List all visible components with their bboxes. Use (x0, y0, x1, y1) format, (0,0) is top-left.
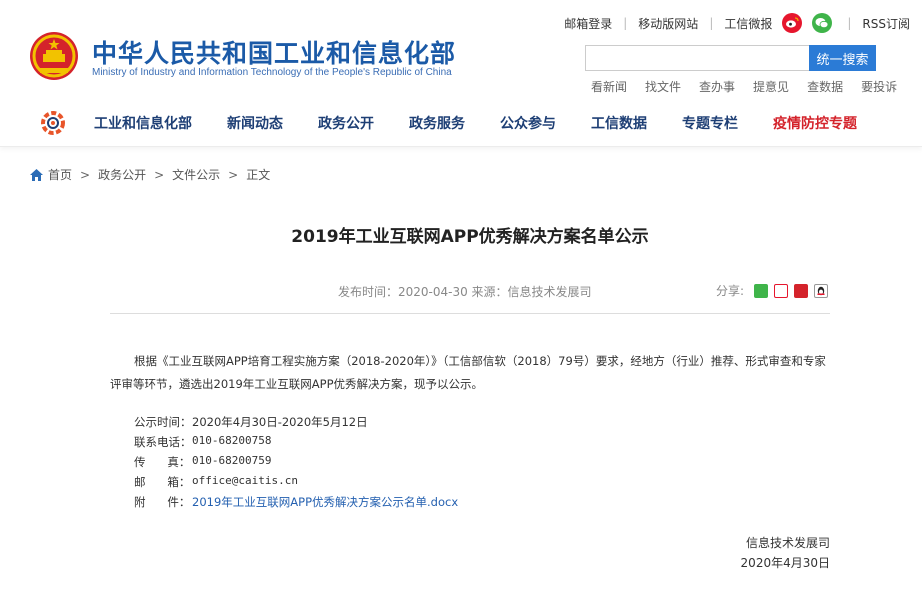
article-meta: 发布时间：2020-04-30 来源：信息技术发展司 (338, 285, 592, 299)
quicklink-services[interactable]: 查办事 (699, 78, 735, 95)
share-wechat-icon[interactable] (754, 283, 769, 298)
national-emblem-icon[interactable] (28, 30, 80, 82)
divider: | (709, 16, 714, 30)
info-row-fax: 传 真： 010-68200759 (134, 454, 271, 470)
breadcrumb-separator: > (228, 167, 239, 182)
search-input[interactable] (585, 45, 809, 71)
breadcrumb-file-notice[interactable]: 文件公示 (172, 166, 220, 183)
nav-item-data[interactable]: 工信数据 (591, 113, 647, 133)
breadcrumb-separator: > (154, 167, 165, 182)
quicklink-data[interactable]: 查数据 (807, 78, 843, 95)
nav-item-gov-services[interactable]: 政务服务 (409, 113, 465, 133)
divider: | (623, 16, 628, 30)
info-label: 传 真： (134, 455, 191, 469)
rss-link[interactable]: RSS订阅 (862, 15, 910, 32)
breadcrumb-home[interactable]: 首页 (48, 166, 72, 183)
info-row-notice-period: 公示时间： 2020年4月30日-2020年5月12日 (134, 414, 368, 430)
site-title[interactable]: 中华人民共和国工业和信息化部 (92, 34, 456, 70)
breadcrumb-separator: > (80, 167, 91, 182)
share-label: 分享: (716, 284, 745, 298)
info-label: 附 件： (134, 495, 191, 509)
nav-item-topics[interactable]: 专题专栏 (682, 113, 738, 133)
share-red-icon[interactable] (794, 283, 809, 298)
breadcrumb: 首页 > 政务公开 > 文件公示 > 正文 (30, 166, 270, 183)
top-links: 邮箱登录 | 移动版网站 | 工信微报 | RSS订阅 (564, 13, 910, 33)
info-value: 010-68200758 (192, 434, 272, 447)
mobile-site-link[interactable]: 移动版网站 (638, 15, 698, 32)
site-subtitle: Ministry of Industry and Information Tec… (92, 67, 452, 78)
info-row-phone: 联系电话： 010-68200758 (134, 434, 271, 450)
quicklink-news[interactable]: 看新闻 (591, 78, 627, 95)
nav-logo-icon[interactable] (40, 110, 66, 136)
nav-item-public-participation[interactable]: 公众参与 (500, 113, 556, 133)
quicklink-feedback[interactable]: 提意见 (753, 78, 789, 95)
nav-item-news[interactable]: 新闻动态 (227, 113, 283, 133)
site-header: 中华人民共和国工业和信息化部 Ministry of Industry and … (0, 0, 922, 100)
breadcrumb-current: 正文 (246, 168, 271, 182)
wechat-icon[interactable] (812, 13, 833, 33)
article-title: 2019年工业互联网APP优秀解决方案名单公示 (291, 227, 649, 247)
article-divider (110, 313, 830, 314)
breadcrumb-gov-affairs[interactable]: 政务公开 (98, 166, 146, 183)
main-nav: 工业和信息化部 新闻动态 政务公开 政务服务 公众参与 工信数据 专题专栏 疫情… (0, 100, 922, 147)
info-value: 010-68200759 (192, 454, 272, 467)
info-value: 2020年4月30日-2020年5月12日 (192, 415, 368, 429)
nav-item-miit[interactable]: 工业和信息化部 (94, 113, 192, 133)
info-label: 邮 箱： (134, 475, 191, 489)
share-bar: 分享: (716, 282, 829, 299)
share-weibo-icon[interactable] (774, 283, 789, 298)
weibo-report-link[interactable]: 工信微报 (724, 15, 772, 32)
signoff-date: 2020年4月30日 (740, 556, 830, 570)
mailbox-login-link[interactable]: 邮箱登录 (564, 15, 612, 32)
weibo-icon[interactable] (782, 13, 803, 33)
info-label: 联系电话： (134, 435, 192, 449)
article-body: 根据《工业互联网APP培育工程实施方案（2018-2020年）》（工信部信软（2… (110, 354, 826, 391)
share-qq-icon[interactable] (814, 283, 829, 298)
home-icon (30, 168, 43, 181)
nav-item-gov-affairs[interactable]: 政务公开 (318, 113, 374, 133)
info-row-email: 邮 箱： office@caitis.cn (134, 474, 298, 490)
quick-links: 看新闻 找文件 查办事 提意见 查数据 要投诉 (591, 78, 897, 95)
search-button[interactable]: 统一搜索 (809, 45, 876, 71)
signoff-org: 信息技术发展司 (745, 536, 830, 550)
attachment-link[interactable]: 2019年工业互联网APP优秀解决方案公示名单.docx (192, 494, 458, 510)
info-label: 公示时间： (134, 415, 192, 429)
divider: | (847, 16, 852, 30)
info-row-attachment: 附 件： 2019年工业互联网APP优秀解决方案公示名单.docx (134, 494, 458, 510)
info-value: office@caitis.cn (192, 474, 298, 487)
quicklink-files[interactable]: 找文件 (645, 78, 681, 95)
nav-item-epidemic[interactable]: 疫情防控专题 (773, 113, 857, 133)
quicklink-complaint[interactable]: 要投诉 (861, 78, 897, 95)
nav-items: 工业和信息化部 新闻动态 政务公开 政务服务 公众参与 工信数据 专题专栏 疫情… (94, 100, 892, 146)
